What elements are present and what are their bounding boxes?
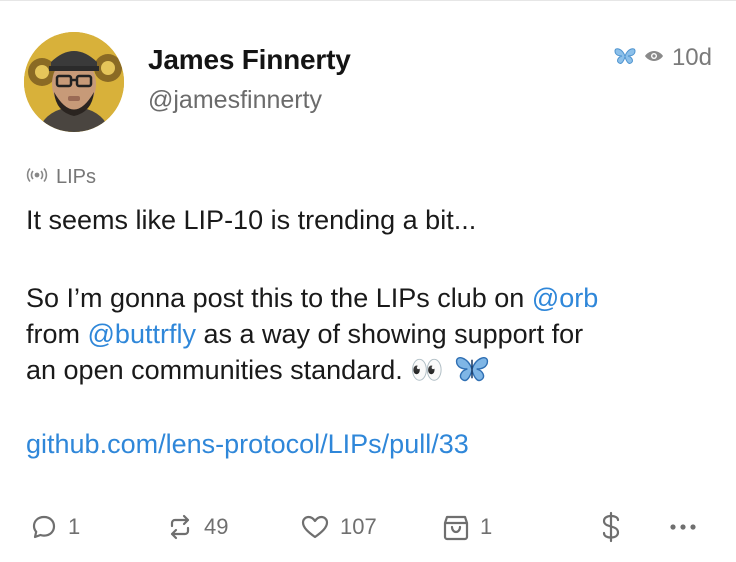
- post-meta: 10d: [614, 44, 712, 72]
- post-text: as a way of showing support for: [195, 319, 584, 349]
- club-tag[interactable]: LIPs: [26, 166, 96, 189]
- dollar-icon: [600, 511, 622, 543]
- comment-icon: [30, 513, 58, 541]
- post-text: So I’m gonna post this to the LIPs club …: [26, 283, 532, 313]
- post-text-line1: It seems like LIP-10 is trending a bit..…: [26, 205, 477, 235]
- tip-button[interactable]: [600, 507, 622, 547]
- club-name: LIPs: [56, 166, 97, 188]
- collect-button[interactable]: 1: [442, 507, 492, 547]
- post-actions: 1 49 107 1: [30, 507, 706, 547]
- post-text: from: [26, 319, 88, 349]
- like-button[interactable]: 107: [300, 507, 377, 547]
- more-button[interactable]: [668, 507, 698, 547]
- heart-icon: [300, 513, 330, 541]
- comment-button[interactable]: 1: [30, 507, 80, 547]
- eyes-emoji: 👀: [410, 355, 444, 385]
- mirror-icon: [166, 513, 194, 541]
- mention-orb[interactable]: @orb: [532, 283, 598, 313]
- post-link[interactable]: github.com/lens-protocol/LIPs/pull/33: [26, 426, 469, 462]
- butterfly-icon: [614, 47, 636, 70]
- post-age: 10d: [671, 44, 712, 71]
- avatar-image: [24, 32, 124, 132]
- author-handle[interactable]: @jamesfinnerty: [148, 86, 322, 115]
- mention-buttrfly[interactable]: @buttrfly: [88, 319, 196, 349]
- more-icon: [668, 522, 698, 532]
- collect-count: 1: [480, 514, 493, 539]
- collect-icon: [442, 512, 470, 542]
- post-text: an open communities standard.: [26, 355, 411, 385]
- mirror-count: 49: [204, 514, 229, 539]
- butterfly-emoji-icon: [455, 355, 489, 392]
- post-text-paragraph: So I’m gonna post this to the LIPs club …: [26, 280, 716, 392]
- author-name[interactable]: James Finnerty: [148, 44, 351, 76]
- comment-count: 1: [68, 514, 81, 539]
- like-count: 107: [340, 514, 377, 539]
- lens-icon: [644, 49, 664, 68]
- post-card: James Finnerty @jamesfinnerty 10d LIPs I…: [0, 0, 736, 562]
- avatar[interactable]: [24, 32, 124, 132]
- broadcast-icon: [26, 166, 48, 189]
- link-text[interactable]: github.com/lens-protocol/LIPs/pull/33: [26, 429, 469, 459]
- mirror-button[interactable]: 49: [166, 507, 228, 547]
